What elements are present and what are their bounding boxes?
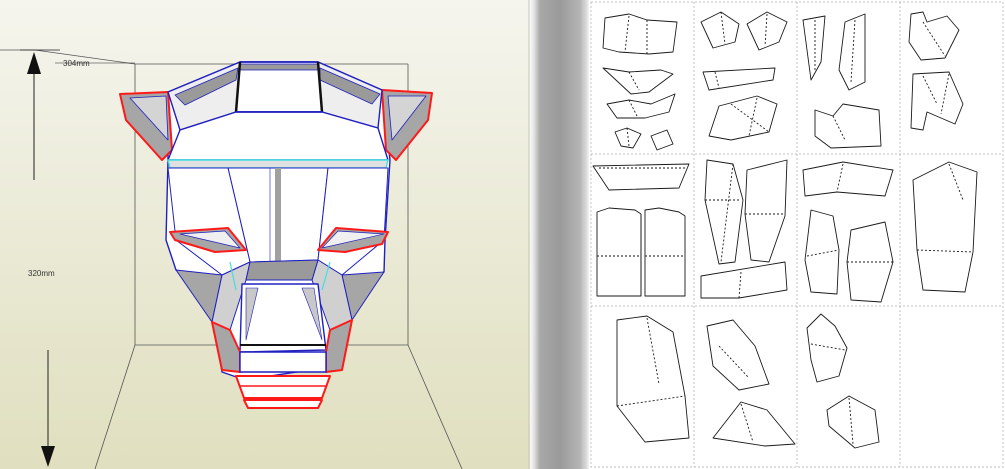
page-1-parts — [602, 13, 678, 151]
page-4-parts — [908, 11, 964, 131]
page-11-parts — [806, 313, 880, 449]
3d-viewport-canvas[interactable]: 304mm 320mm — [0, 0, 530, 469]
3d-viewport[interactable]: 304mm 320mm — [0, 0, 530, 469]
page-5-parts — [592, 163, 690, 297]
page-8-parts — [912, 161, 978, 293]
page-7-parts — [802, 161, 894, 303]
page-3-parts — [802, 13, 882, 149]
height-dimension-label: 320mm — [28, 269, 55, 278]
page-9-parts — [616, 315, 690, 443]
pane-divider[interactable] — [530, 0, 589, 469]
pattern-sheet[interactable] — [589, 0, 1005, 469]
width-dimension-label: 304mm — [63, 59, 90, 68]
page-10-parts — [706, 319, 796, 447]
pattern-sheet-canvas[interactable] — [589, 0, 1005, 469]
page-6-parts — [700, 159, 788, 299]
page-2-parts — [700, 11, 788, 141]
